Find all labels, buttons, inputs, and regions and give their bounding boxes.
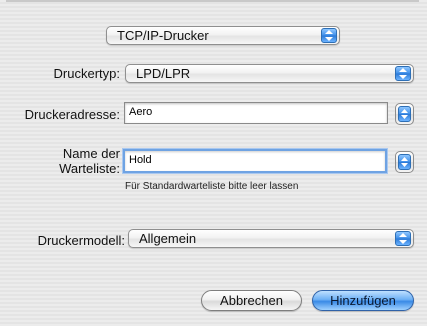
printer-model-value: Allgemein <box>139 231 197 246</box>
queue-history-button[interactable] <box>395 151 414 173</box>
popup-arrows-icon <box>398 106 411 122</box>
popup-arrows-icon <box>398 154 411 170</box>
printer-type-label: Druckertyp: <box>53 66 120 81</box>
printer-address-input[interactable] <box>125 103 387 121</box>
protocol-popup[interactable]: TCP/IP-Drucker <box>106 26 340 45</box>
queue-name-input[interactable] <box>125 151 385 169</box>
queue-name-label-line2: Warteliste: <box>59 161 120 176</box>
queue-name-label-line1: Name der <box>62 146 120 161</box>
queue-name-hint: Für Standardwarteliste bitte leer lassen <box>125 181 299 192</box>
top-frame <box>6 0 419 2</box>
popup-arrows-icon <box>395 66 411 81</box>
queue-name-field[interactable] <box>123 149 387 173</box>
printer-type-popup[interactable]: LPD/LPR <box>125 64 414 83</box>
printer-model-label: Druckermodell: <box>37 233 125 248</box>
add-printer-dialog: TCP/IP-Drucker Druckertyp: LPD/LPR Druck… <box>0 0 427 326</box>
printer-address-field[interactable] <box>124 102 388 124</box>
cancel-button[interactable]: Abbrechen <box>201 290 302 311</box>
address-history-button[interactable] <box>395 103 414 125</box>
popup-arrows-icon <box>321 28 337 43</box>
popup-arrows-icon <box>395 231 411 246</box>
protocol-popup-value: TCP/IP-Drucker <box>117 28 209 43</box>
printer-model-popup[interactable]: Allgemein <box>128 229 414 248</box>
add-button[interactable]: Hinzufügen <box>312 290 414 311</box>
printer-address-label: Druckeradresse: <box>24 107 120 122</box>
printer-type-value: LPD/LPR <box>136 66 191 81</box>
